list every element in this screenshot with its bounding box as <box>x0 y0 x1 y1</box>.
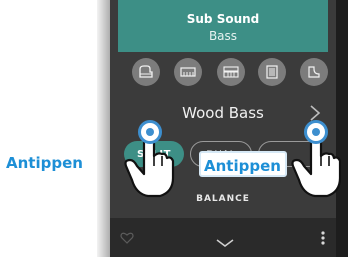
category-button-organ[interactable] <box>217 58 245 86</box>
strings-icon <box>307 65 321 79</box>
category-button-epiano[interactable] <box>174 58 202 86</box>
organ-icon <box>223 66 239 78</box>
harpsichord-icon <box>266 65 278 79</box>
bottom-bar <box>110 218 336 257</box>
category-button-piano[interactable] <box>132 58 160 86</box>
category-button-strings[interactable] <box>300 58 328 86</box>
sub-sound-header: Sub Sound Bass <box>118 0 328 52</box>
category-button-harpsichord[interactable] <box>258 58 286 86</box>
screenshot-stage: Sub Sound Bass Wood Bass BALANCE Antippe… <box>0 0 348 257</box>
sub-sound-title: Sub Sound <box>186 12 260 26</box>
chevron-down-icon[interactable] <box>215 233 235 247</box>
electric-piano-icon <box>180 67 196 77</box>
heart-icon[interactable] <box>120 230 134 244</box>
tap-callout-right: Antippen <box>199 151 287 177</box>
grand-piano-icon <box>138 65 154 79</box>
more-vertical-icon[interactable] <box>320 230 326 246</box>
category-icon-row <box>110 58 336 88</box>
tap-indicator <box>138 120 162 144</box>
sub-sound-category: Bass <box>208 29 238 43</box>
tap-indicator <box>304 120 328 144</box>
tap-callout-left: Antippen <box>0 150 89 176</box>
